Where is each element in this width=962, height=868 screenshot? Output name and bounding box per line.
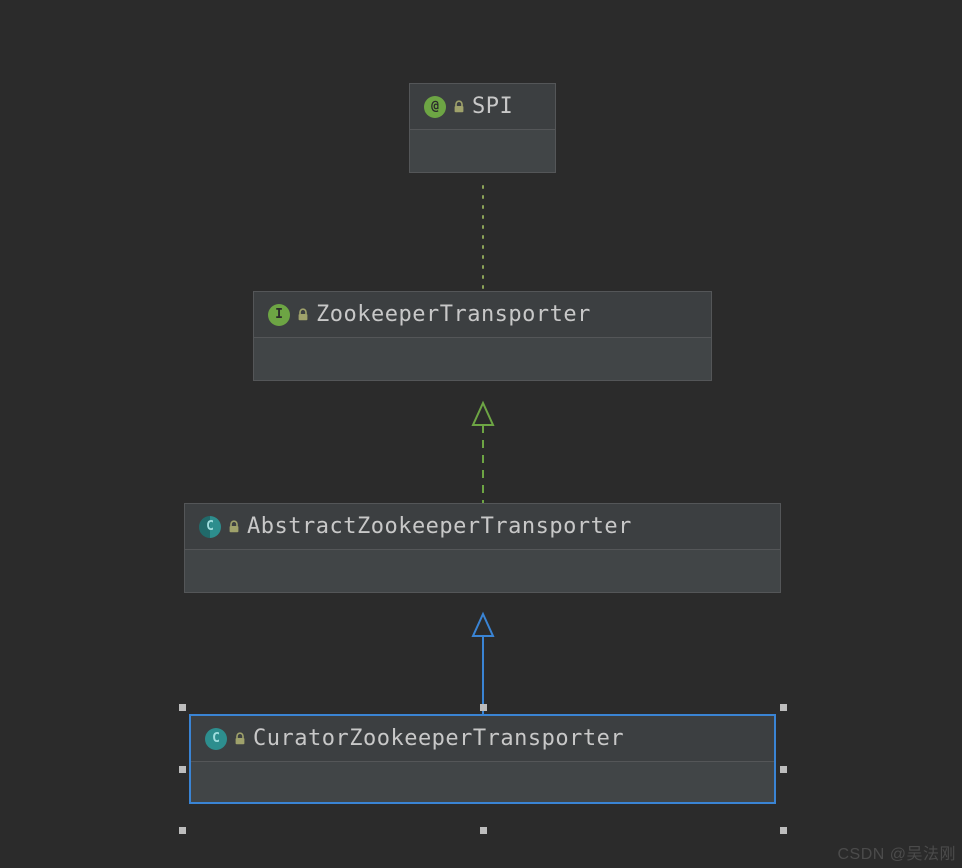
class-body (254, 338, 711, 380)
class-header: I ZookeeperTransporter (254, 292, 711, 338)
diagram-canvas[interactable]: @ SPI I ZookeeperTransporter C AbstractZ… (0, 0, 962, 868)
watermark: CSDN @吴法刚 (837, 840, 956, 864)
lock-icon (227, 520, 241, 534)
class-name: SPI (472, 94, 513, 119)
class-body (410, 130, 555, 172)
interface-icon: I (268, 304, 290, 326)
lock-icon (452, 100, 466, 114)
class-name: ZookeeperTransporter (316, 302, 591, 327)
resize-handle-nw[interactable] (179, 704, 186, 711)
annotation-icon: @ (424, 96, 446, 118)
resize-handle-sw[interactable] (179, 827, 186, 834)
arrow-hollow-triangle (473, 614, 493, 636)
class-icon: C (205, 728, 227, 750)
class-name: AbstractZookeeperTransporter (247, 514, 632, 539)
class-box-zookeeper-transporter[interactable]: I ZookeeperTransporter (253, 291, 712, 381)
resize-handle-s[interactable] (480, 827, 487, 834)
class-body (185, 550, 780, 592)
class-box-curator-zookeeper-transporter[interactable]: C CuratorZookeeperTransporter (189, 714, 776, 804)
resize-handle-e[interactable] (780, 766, 787, 773)
class-name: CuratorZookeeperTransporter (253, 726, 624, 751)
abstract-class-icon: C (199, 516, 221, 538)
class-body (191, 762, 774, 802)
arrow-hollow-triangle (473, 403, 493, 425)
lock-icon (296, 308, 310, 322)
resize-handle-se[interactable] (780, 827, 787, 834)
class-header: C CuratorZookeeperTransporter (191, 716, 774, 762)
class-box-abstract-zookeeper-transporter[interactable]: C AbstractZookeeperTransporter (184, 503, 781, 593)
resize-handle-ne[interactable] (780, 704, 787, 711)
resize-handle-w[interactable] (179, 766, 186, 773)
class-header: C AbstractZookeeperTransporter (185, 504, 780, 550)
resize-handle-n[interactable] (480, 704, 487, 711)
class-header: @ SPI (410, 84, 555, 130)
lock-icon (233, 732, 247, 746)
class-box-spi[interactable]: @ SPI (409, 83, 556, 173)
